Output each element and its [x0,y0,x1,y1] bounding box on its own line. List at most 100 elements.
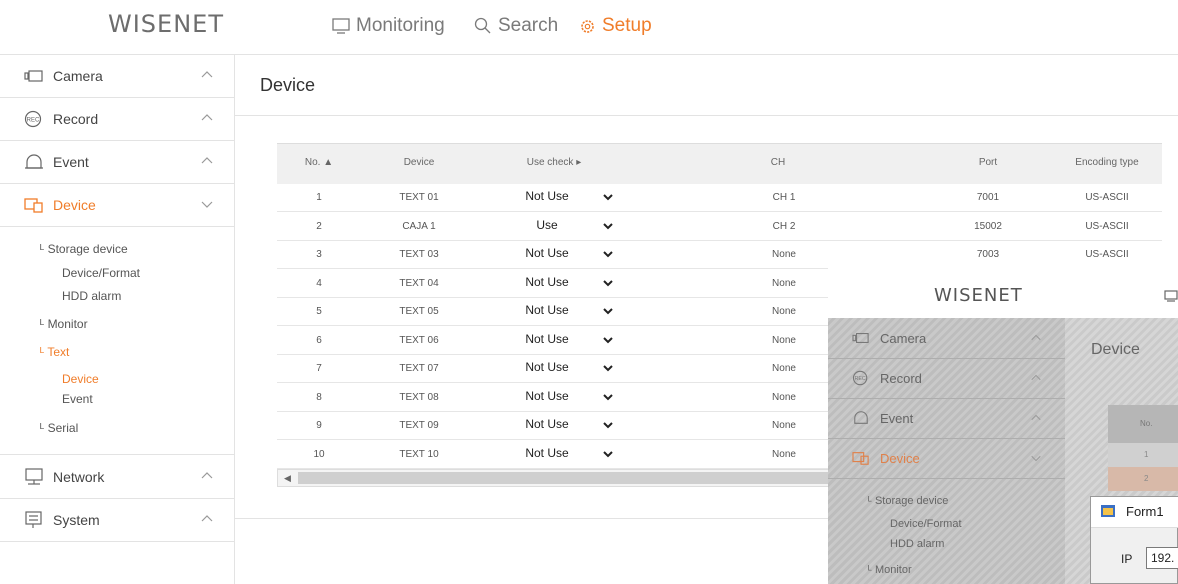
overlay-sub-monitor[interactable]: ᴸ Monitor [868,564,912,576]
svg-text:REC: REC [854,376,865,382]
chevron-down-icon [201,201,213,208]
sub-text[interactable]: ᴸ Text [40,345,69,359]
overlay-screenshot: WISENET Camera REC Record Event Device ᴸ… [828,268,1178,584]
cell-use[interactable]: Not Use [525,360,568,374]
sub-monitor[interactable]: ᴸ Monitor [40,317,88,331]
network-icon [25,468,43,485]
sub-text-event[interactable]: Event [62,392,93,406]
sidebar: Camera REC Record Event Device ᴸ Storage… [0,54,235,584]
overlay-sub-device-format[interactable]: Device/Format [890,518,962,530]
table-row[interactable]: 1 TEXT 01 Not Use CH 1 7001 US-ASCII [277,183,1162,212]
cell-no: 6 [316,334,322,346]
sidebar-item-record[interactable]: REC Record [0,97,234,141]
dropdown-chevron-icon[interactable] [603,449,613,459]
dropdown-chevron-icon[interactable] [603,363,613,373]
search-icon [474,17,491,34]
sidebar-item-camera[interactable]: Camera [0,54,234,98]
sidebar-item-event[interactable]: Event [0,140,234,184]
sub-storage-device-label: Storage device [47,242,128,256]
cell-no: 8 [316,391,322,403]
cell-ch: CH 1 [772,192,796,203]
table-header: No. ▲ Device Use check ▸ CH Port Encodin… [277,143,1162,184]
overlay-sub-monitor-label: Monitor [874,564,912,576]
dropdown-chevron-icon[interactable] [603,335,613,345]
sidebar-item-network[interactable]: Network [0,454,234,499]
nav-setup[interactable]: Setup [579,15,652,37]
cell-use[interactable]: Not Use [525,417,568,431]
nav-search-label: Search [498,15,559,36]
overlay-item-camera[interactable]: Camera [828,318,1065,359]
table-row[interactable]: 2 CAJA 1 Use CH 2 15002 US-ASCII [277,212,1162,241]
cell-no: 4 [316,277,322,289]
cell-no: 7 [316,363,322,374]
top-bar: WISENET Monitoring Search Setup [0,0,1178,55]
column-header-port[interactable]: Port [979,157,997,168]
cell-port: 7001 [976,192,1000,203]
cell-no: 1 [316,192,322,203]
cell-device: TEXT 08 [399,391,439,403]
column-header-device[interactable]: Device [404,157,435,168]
cell-ch: None [772,363,796,374]
sidebar-item-label: Record [53,111,99,127]
cell-ch: None [772,448,796,460]
overlay-item-device[interactable]: Device [828,438,1065,479]
chevron-up-icon [201,71,213,78]
cell-use[interactable]: Not Use [525,275,568,289]
column-header-use-check-label: Use check [526,157,574,168]
overlay-sub-storage[interactable]: ᴸ Storage device [868,495,948,507]
system-icon [25,511,42,528]
dropdown-chevron-icon[interactable] [603,249,613,259]
overlay-item-record[interactable]: REC Record [828,358,1065,399]
nav-monitoring[interactable]: Monitoring [332,15,445,37]
ip-input[interactable]: 192. [1146,547,1178,569]
cell-use[interactable]: Not Use [525,189,568,203]
cell-ch: None [772,277,796,289]
sub-monitor-label: Monitor [47,317,88,331]
form1-title: Form1 [1126,504,1164,519]
dropdown-chevron-icon[interactable] [603,192,613,202]
dropdown-chevron-icon[interactable] [603,306,613,316]
cell-use[interactable]: Not Use [525,332,568,346]
cell-use[interactable]: Not Use [525,446,568,460]
sidebar-item-system[interactable]: System [0,498,234,542]
sub-device-format[interactable]: Device/Format [62,266,140,280]
column-header-no[interactable]: No. ▲ [305,157,333,168]
sub-hdd-alarm[interactable]: HDD alarm [62,289,121,303]
overlay-sub-hdd-alarm[interactable]: HDD alarm [890,538,944,550]
cell-ch: None [772,249,796,260]
table-row[interactable]: 3 TEXT 03 Not Use None 7003 US-ASCII [277,240,1162,269]
overlay-item-label: Camera [880,331,927,346]
column-header-use-check[interactable]: Use check ▸ [527,157,582,168]
sub-serial[interactable]: ᴸ Serial [40,421,78,435]
overlay-table-row: 2 [1108,467,1178,491]
dropdown-chevron-icon[interactable] [603,278,613,288]
column-header-encoding-type[interactable]: Encoding type [1075,157,1138,168]
dropdown-chevron-icon[interactable] [603,392,613,402]
scrollbar-thumb[interactable] [298,472,838,484]
cell-no: 5 [316,306,322,317]
bell-icon [25,154,43,169]
chevron-up-icon [1031,334,1041,341]
sidebar-item-device[interactable]: Device [0,183,234,227]
cell-device: TEXT 01 [399,192,439,203]
overlay-item-event[interactable]: Event [828,398,1065,439]
sidebar-item-label: Device [53,197,96,213]
cell-enc: US-ASCII [1085,249,1129,260]
sidebar-item-label: System [53,512,100,528]
cell-use[interactable]: Not Use [525,246,568,260]
scroll-left-icon[interactable]: ◀ [284,473,291,484]
nav-setup-label: Setup [602,15,652,36]
nav-search[interactable]: Search [474,15,558,37]
column-header-ch[interactable]: CH [771,157,785,168]
monitor-icon [332,18,350,34]
overlay-item-label: Device [880,451,920,466]
dropdown-chevron-icon[interactable] [603,420,613,430]
sub-storage-device[interactable]: ᴸ Storage device [40,242,128,256]
sub-text-device[interactable]: Device [62,372,99,386]
cell-use[interactable]: Not Use [525,303,568,317]
overlay-col-no: No. [1140,419,1153,428]
dropdown-chevron-icon[interactable] [603,221,613,231]
cell-use[interactable]: Use [536,218,557,232]
overlay-sidebar: Camera REC Record Event Device ᴸ Storage… [828,318,1065,584]
cell-use[interactable]: Not Use [525,389,568,403]
